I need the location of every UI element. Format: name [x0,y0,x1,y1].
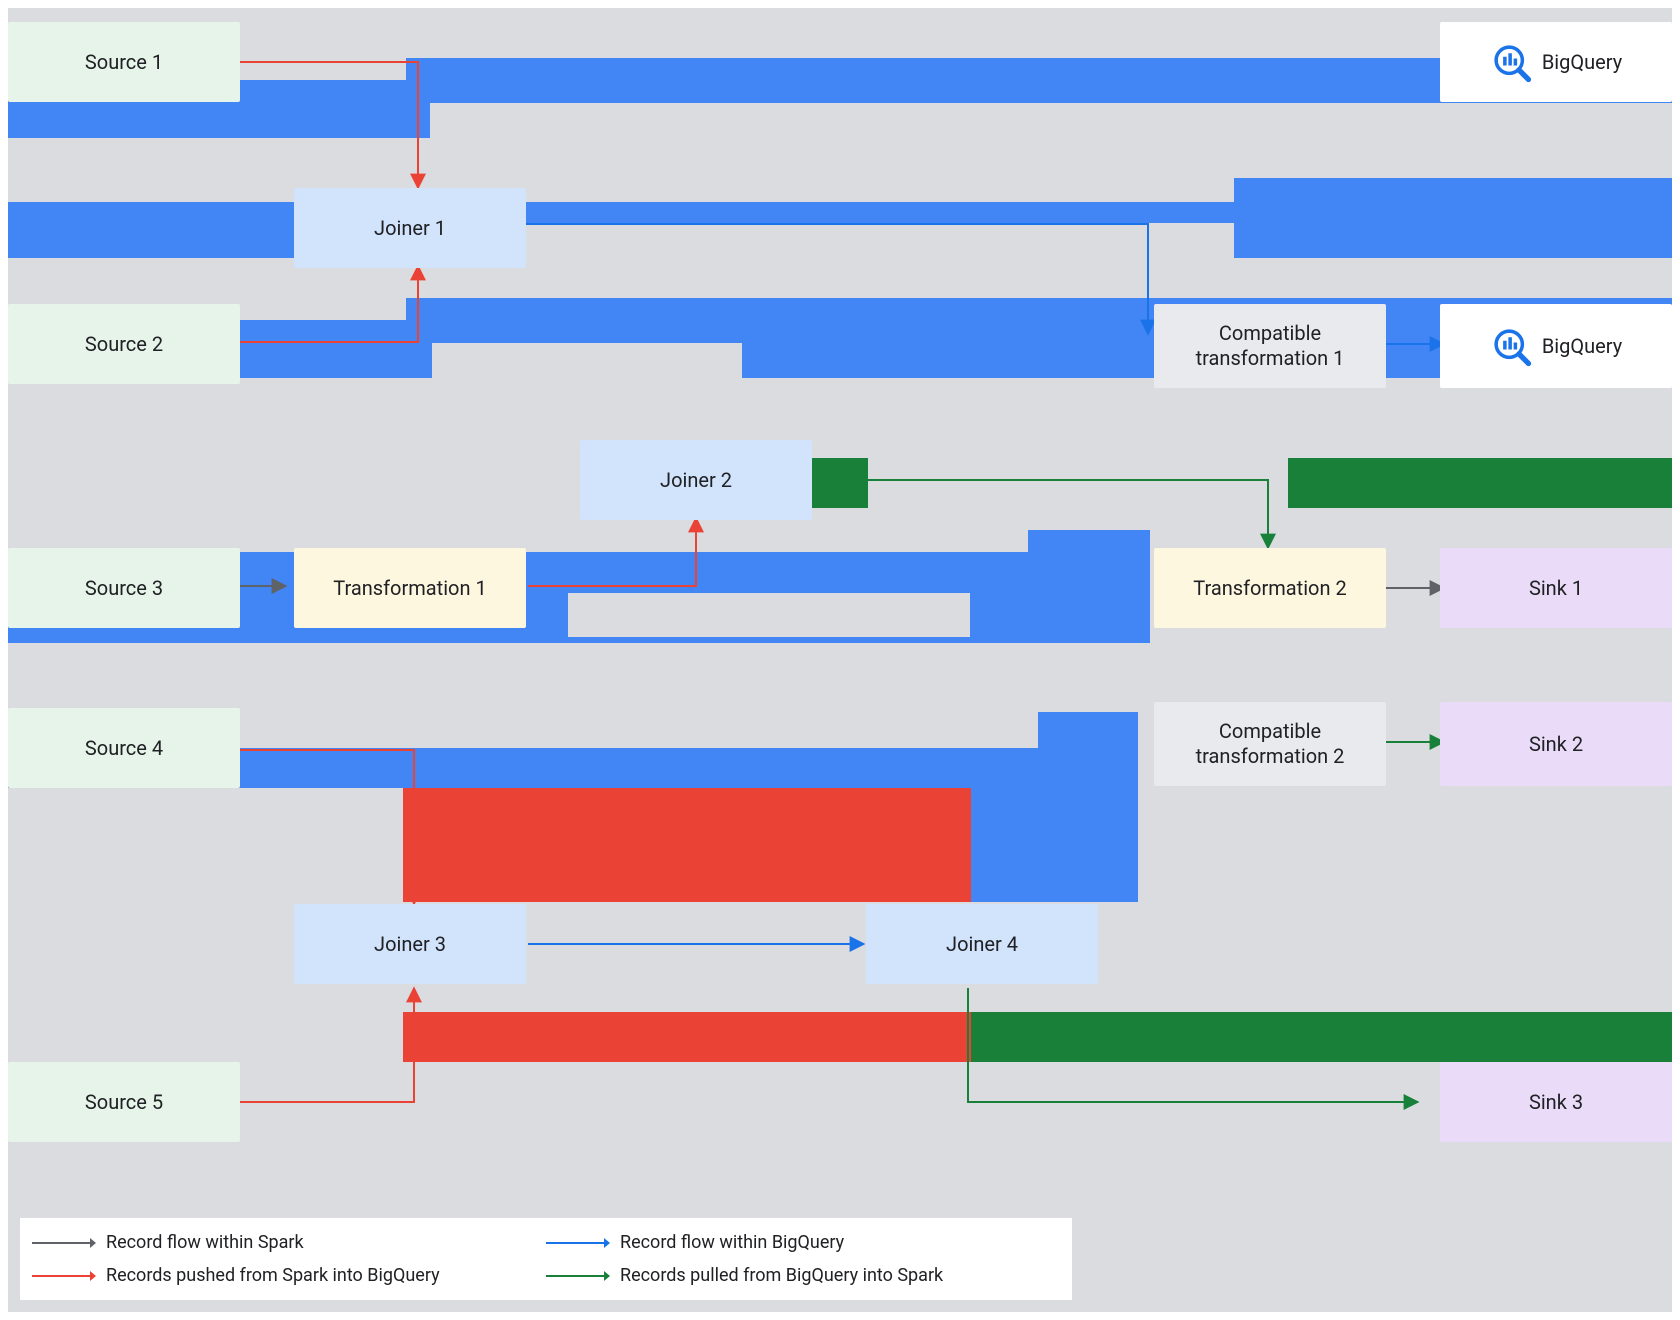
node-label: BigQuery [1542,50,1622,74]
bigquery-icon [1490,325,1532,367]
node-sink-3: Sink 3 [1440,1062,1672,1142]
node-transformation-1: Transformation 1 [294,548,526,628]
node-joiner-4: Joiner 4 [866,904,1098,984]
node-label: Joiner 2 [660,468,732,492]
arrow-icon [32,1270,96,1282]
node-label: Sink 2 [1529,732,1583,756]
legend-label: Records pulled from BigQuery into Spark [620,1265,943,1286]
bigquery-icon [1490,41,1532,83]
legend-label: Record flow within BigQuery [620,1232,844,1253]
node-joiner-3: Joiner 3 [294,904,526,984]
node-joiner-1: Joiner 1 [294,188,526,268]
node-label: Transformation 1 [333,576,486,600]
node-label: BigQuery [1542,334,1622,358]
node-label: Joiner 1 [374,216,446,240]
node-label: Source 5 [85,1090,163,1114]
node-label: Source 2 [85,332,163,356]
node-compatible-trans-2: Compatible transformation 2 [1154,702,1386,786]
node-label: Joiner 3 [374,932,446,956]
node-bigquery-2: BigQuery [1440,304,1672,388]
node-label: Compatible transformation 2 [1154,719,1386,769]
arrow-icon [32,1237,96,1249]
legend-label: Records pushed from Spark into BigQuery [106,1265,440,1286]
legend: Record flow within Spark Record flow wit… [20,1218,1072,1300]
node-source-5: Source 5 [8,1062,240,1142]
node-label: Sink 3 [1529,1090,1583,1114]
node-source-3: Source 3 [8,548,240,628]
legend-item-pushed: Records pushed from Spark into BigQuery [32,1265,546,1286]
diagram-canvas: Source 1 BigQuery Joiner 1 Source 2 Comp… [8,8,1672,1312]
legend-item-within-spark: Record flow within Spark [32,1232,546,1253]
node-sink-2: Sink 2 [1440,702,1672,786]
legend-item-within-bq: Record flow within BigQuery [546,1232,1060,1253]
legend-label: Record flow within Spark [106,1232,304,1253]
node-label: Source 3 [85,576,163,600]
node-sink-1: Sink 1 [1440,548,1672,628]
node-bigquery-1: BigQuery [1440,22,1672,102]
node-source-1: Source 1 [8,22,240,102]
node-label: Transformation 2 [1193,576,1346,600]
node-joiner-2: Joiner 2 [580,440,812,520]
node-source-2: Source 2 [8,304,240,384]
node-transformation-2: Transformation 2 [1154,548,1386,628]
legend-item-pulled: Records pulled from BigQuery into Spark [546,1265,1060,1286]
arrow-icon [546,1270,610,1282]
node-source-4: Source 4 [8,708,240,788]
node-compatible-trans-1: Compatible transformation 1 [1154,304,1386,388]
arrow-icon [546,1237,610,1249]
node-label: Source 4 [85,736,163,760]
node-label: Compatible transformation 1 [1154,321,1386,371]
node-label: Source 1 [85,50,163,74]
node-label: Sink 1 [1529,576,1583,600]
node-label: Joiner 4 [946,932,1018,956]
